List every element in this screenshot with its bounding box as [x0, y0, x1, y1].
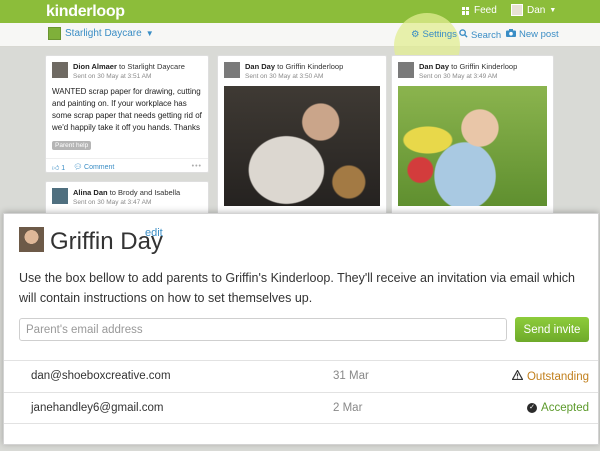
post-recipient[interactable]: Brody and Isabella — [118, 188, 180, 197]
comment-button[interactable]: 💬︎ Comment — [73, 163, 114, 172]
avatar — [52, 188, 68, 204]
thumbs-up-icon: 👍︎ — [52, 165, 60, 172]
kinderloop-logo[interactable]: kinderloop — [46, 3, 125, 21]
top-navbar: kinderloop Feed Dan ▼ — [0, 0, 600, 23]
invite-status: Outstanding — [511, 369, 589, 383]
invite-date: 2 Mar — [333, 402, 363, 414]
post-text: WANTED scrap paper for drawing, cutting … — [52, 87, 202, 132]
parent-email-input[interactable] — [19, 318, 507, 341]
settings-label: Settings — [422, 29, 457, 40]
post-card[interactable]: Dan Day to Griffin Kinderloop Sent on 30… — [217, 55, 387, 220]
post-author[interactable]: Dion Almaer — [73, 62, 117, 71]
post-recipient[interactable]: Griffin Kinderloop — [459, 62, 517, 71]
to-word: to — [119, 62, 126, 71]
invite-email: dan@shoeboxcreative.com — [31, 370, 171, 382]
add-parents-modal: Griffin Day edit Use the box bellow to a… — [3, 213, 599, 445]
avatar — [398, 62, 414, 78]
comment-icon: 💬︎ — [73, 164, 83, 171]
post-timestamp: Sent on 30 May at 3:47 AM — [73, 199, 152, 206]
chevron-down-icon: ▼ — [145, 29, 154, 38]
post-recipient[interactable]: Starlight Daycare — [127, 62, 185, 71]
new-post-label: New post — [519, 29, 559, 40]
post-timestamp: Sent on 30 May at 3:51 AM — [73, 73, 152, 80]
post-card[interactable]: Dan Day to Griffin Kinderloop Sent on 30… — [391, 55, 554, 220]
grid-icon — [462, 6, 470, 15]
post-author[interactable]: Dan Day — [419, 62, 449, 71]
new-post-link[interactable]: New post — [506, 29, 559, 40]
to-word: to — [109, 188, 116, 197]
send-invite-button[interactable]: Send invite — [515, 317, 589, 342]
group-name: Starlight Daycare — [65, 28, 142, 39]
invite-date: 31 Mar — [333, 370, 369, 382]
check-circle-icon: ✓ — [527, 403, 538, 413]
post-footer: 👍︎ 1 💬︎ Comment ••• — [46, 158, 208, 172]
post-card[interactable]: Dion Almaer to Starlight Daycare Sent on… — [45, 55, 209, 173]
avatar — [52, 62, 68, 78]
edit-link[interactable]: edit — [145, 227, 163, 239]
to-word: to — [451, 62, 458, 71]
gear-icon: ⚙ — [411, 29, 420, 40]
feed-label: Feed — [474, 5, 497, 16]
group-icon — [48, 27, 61, 40]
search-label: Search — [471, 29, 502, 41]
post-author[interactable]: Dan Day — [245, 62, 275, 71]
avatar — [224, 62, 240, 78]
to-word: to — [277, 62, 284, 71]
invite-email: janehandley6@gmail.com — [31, 402, 164, 414]
warning-icon — [511, 369, 524, 383]
feed-link[interactable]: Feed — [462, 5, 497, 16]
user-name: Dan — [527, 4, 546, 16]
status-text: Accepted — [541, 402, 589, 414]
avatar — [19, 227, 44, 252]
like-count: 1 — [61, 165, 66, 172]
camera-icon — [506, 29, 516, 40]
modal-description: Use the box bellow to add parents to Gri… — [19, 271, 575, 305]
invite-row: janehandley6@gmail.com 2 Mar ✓ Accepted — [4, 392, 598, 424]
group-selector[interactable]: Starlight Daycare ▼ — [48, 27, 154, 40]
sub-navbar: Starlight Daycare ▼ ⚙ Settings Search Ne… — [0, 13, 600, 79]
invite-status: ✓ Accepted — [527, 402, 589, 414]
post-photo[interactable] — [398, 86, 547, 206]
user-menu[interactable]: Dan ▼ — [511, 4, 556, 16]
like-button[interactable]: 👍︎ 1 — [52, 163, 65, 172]
post-tag[interactable]: Parent help — [52, 141, 92, 150]
status-text: Outstanding — [526, 370, 589, 383]
invite-row: dan@shoeboxcreative.com 31 Mar Outstandi… — [4, 360, 598, 392]
comment-label: Comment — [84, 164, 115, 171]
post-timestamp: Sent on 30 May at 3:50 AM — [245, 73, 324, 80]
search-link[interactable]: Search — [459, 29, 501, 41]
post-recipient[interactable]: Griffin Kinderloop — [285, 62, 343, 71]
post-timestamp: Sent on 30 May at 3:49 AM — [419, 73, 498, 80]
post-photo[interactable] — [224, 86, 380, 206]
avatar — [511, 4, 523, 16]
search-icon — [459, 29, 468, 41]
settings-link[interactable]: ⚙ Settings — [411, 29, 457, 40]
more-options-icon[interactable]: ••• — [192, 163, 202, 172]
post-author[interactable]: Alina Dan — [73, 188, 108, 197]
chevron-down-icon: ▼ — [549, 6, 557, 14]
